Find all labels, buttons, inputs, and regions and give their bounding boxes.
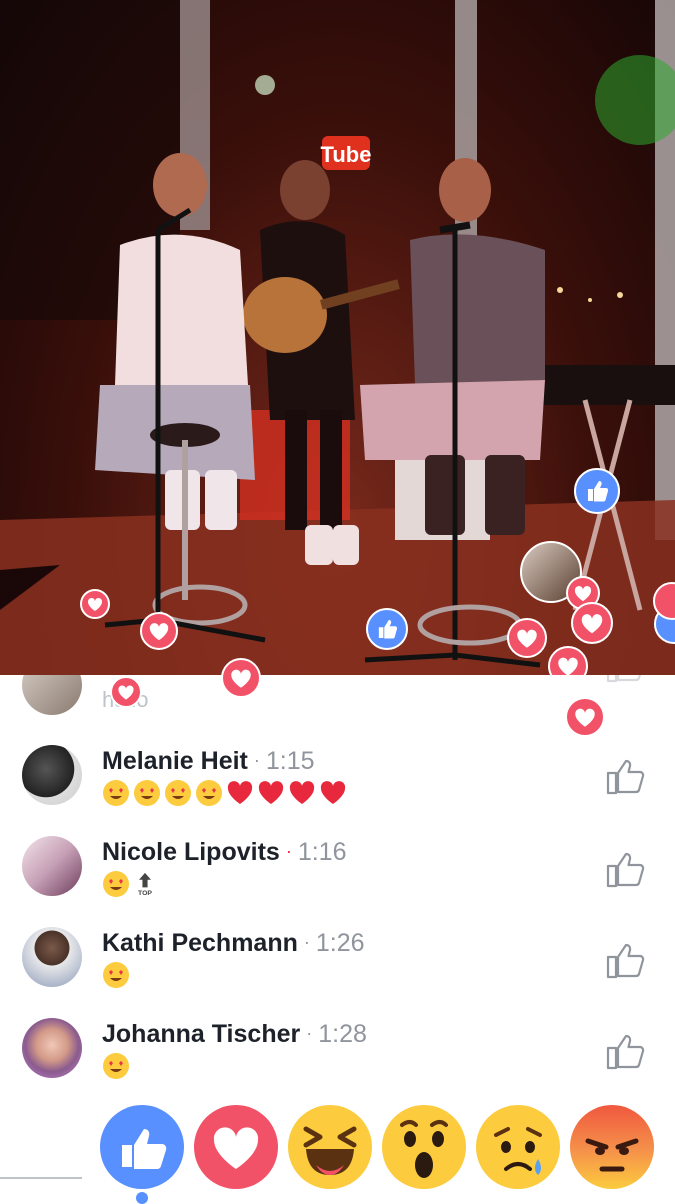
floating-love-icon [571,602,613,644]
floating-love-icon [548,646,588,675]
heart-eyes-emoji-icon [103,962,129,989]
reaction-bar [0,1095,675,1204]
red-heart-emoji-icon [258,781,284,805]
comment-like-button[interactable] [602,675,648,687]
comment-time[interactable]: 1:16 [298,838,347,866]
floating-love-icon [140,612,178,650]
red-heart-emoji-icon [227,781,253,805]
separator-dot: · [306,1023,313,1043]
comment-time[interactable]: 1:15 [266,747,315,775]
commenter-name[interactable]: Johanna Tischer [102,1020,300,1048]
floating-like-icon [366,608,408,650]
comments-list[interactable]: hallo Melanie Heit·1:15 Nicole Lipovits·… [0,675,675,1095]
red-heart-emoji-icon [320,781,346,805]
active-reaction-indicator [136,1192,148,1204]
avatar[interactable] [22,836,82,896]
reaction-angry-button[interactable] [570,1105,654,1189]
comment-text: TOP [102,870,160,900]
love-icon [213,1127,259,1169]
heart-eyes-emoji-icon [134,780,160,807]
avatar[interactable] [22,745,82,805]
heart-eyes-emoji-icon [196,780,222,807]
top-arrow-emoji-icon: TOP [138,873,152,897]
floating-love-icon [221,658,261,698]
avatar[interactable] [22,675,82,715]
reaction-love-button[interactable] [194,1105,278,1189]
heart-eyes-emoji-icon [165,780,191,807]
comment-time[interactable]: 1:26 [316,929,365,957]
thumbs-up-icon [606,943,645,979]
reaction-haha-button[interactable] [288,1105,372,1189]
floating-love-icon [80,589,110,619]
commenter-name[interactable]: Melanie Heit [102,747,248,775]
tube-sign-text: Tube [321,142,372,167]
heart-eyes-emoji-icon [103,1053,129,1080]
heart-eyes-emoji-icon [103,780,129,807]
thumbs-up-icon [606,759,645,795]
separator-dot: · [285,841,292,861]
comment-like-button[interactable] [602,937,648,983]
commenter-name[interactable]: Kathi Pechmann [102,929,298,957]
comment-item: Johanna Tischer · 1:28 [0,1018,675,1095]
comment-like-button[interactable] [602,846,648,892]
floating-love-icon [110,676,142,708]
red-heart-emoji-icon [289,781,315,805]
comment-item: Nicole Lipovits · 1:16 TOP [0,836,675,926]
divider [0,1177,82,1179]
comment-item: Melanie Heit · 1:15 [0,745,675,835]
avatar[interactable] [22,927,82,987]
separator-dot: · [253,750,260,770]
top-label: TOP [138,890,152,897]
comment-like-button[interactable] [602,1028,648,1074]
thumbs-up-icon [606,675,642,683]
heart-eyes-emoji-icon [103,871,129,898]
haha-icon [303,1126,357,1175]
reaction-like-button[interactable] [100,1105,184,1189]
floating-like-icon [574,468,620,514]
comment-text [102,1052,133,1082]
floating-love-icon [507,618,547,658]
tube-sign: Tube [321,136,372,170]
comment-text [102,779,350,809]
floating-love-icon [565,697,605,737]
like-icon [122,1129,167,1169]
reaction-wow-button[interactable] [382,1105,466,1189]
avatar[interactable] [22,1018,82,1078]
angry-icon [585,1138,639,1172]
comment-text [102,961,133,991]
separator-dot: · [303,932,310,952]
live-video[interactable]: Tube [0,0,675,675]
comment-time[interactable]: 1:28 [318,1020,367,1048]
comment-item: Kathi Pechmann · 1:26 [0,927,675,1017]
thumbs-up-icon [606,1034,645,1070]
reaction-sad-button[interactable] [476,1105,560,1189]
sad-icon [494,1127,542,1175]
thumbs-up-icon [606,852,645,888]
wow-icon [400,1120,448,1178]
comment-like-button[interactable] [602,753,648,799]
commenter-name[interactable]: Nicole Lipovits [102,838,280,866]
